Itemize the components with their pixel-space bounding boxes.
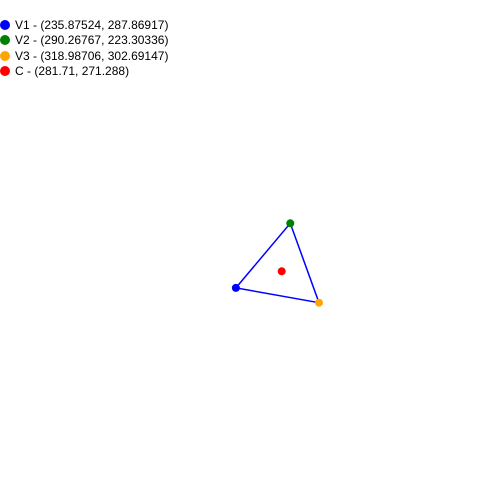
triangle-edges — [234, 221, 321, 304]
point-c — [277, 267, 286, 276]
point-v2 — [286, 219, 295, 228]
triangle-canvas — [231, 219, 323, 307]
point-v1 — [231, 283, 240, 292]
point-v3 — [314, 298, 323, 307]
